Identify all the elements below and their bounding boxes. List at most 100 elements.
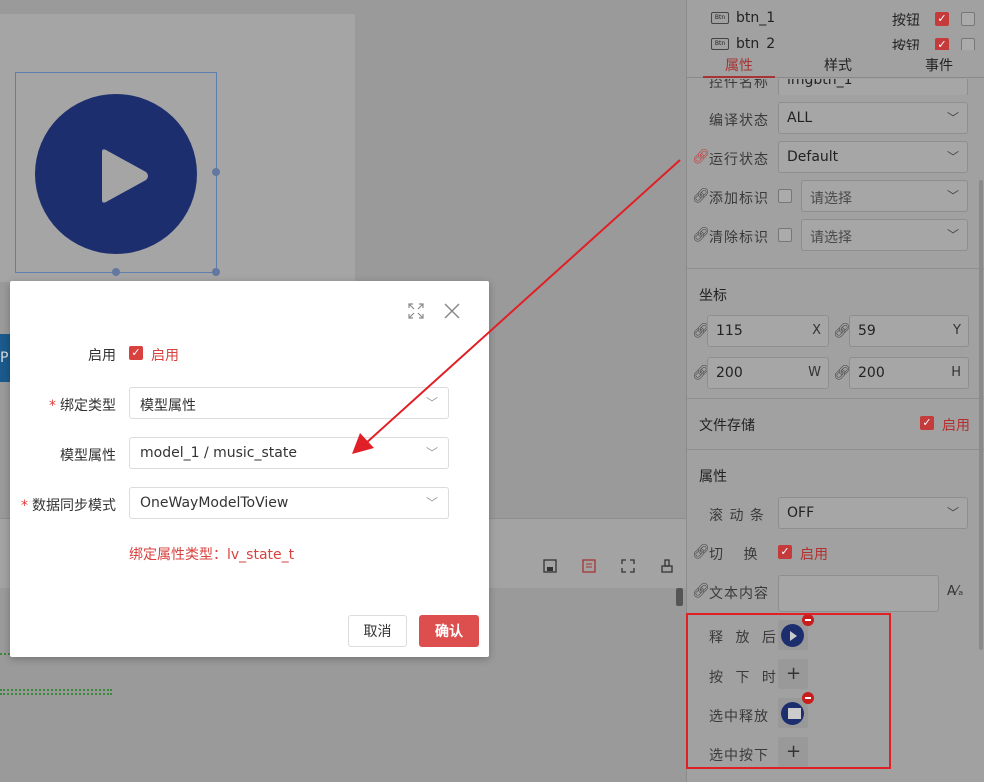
toggle-enable: 启用 <box>800 547 828 563</box>
bind-type-select[interactable]: 模型属性 ﹀ <box>129 387 449 419</box>
side-button-partial[interactable]: P <box>0 334 10 382</box>
add-flag-select[interactable]: 请选择 ﹀ <box>801 180 968 212</box>
run-state-value: Default <box>787 149 839 165</box>
annotation-highlight-box <box>686 613 891 769</box>
visible-checkbox[interactable]: ✓ <box>935 38 949 50</box>
h-suffix: H <box>951 365 961 380</box>
panel-tabs: 属性 样式 事件 <box>687 50 984 78</box>
confirm-button[interactable]: 确认 <box>419 615 479 647</box>
chevron-down-icon: ﹀ <box>946 150 959 164</box>
w-input[interactable]: 200 W <box>707 357 829 389</box>
tab-properties[interactable]: 属性 <box>725 55 753 75</box>
cancel-button[interactable]: 取消 <box>348 615 407 647</box>
model-prop-value: model_1 / music_state <box>140 445 297 461</box>
chevron-down-icon: ﹀ <box>946 111 959 125</box>
bind-type-label: * 绑定类型 <box>49 398 116 414</box>
clear-flag-placeholder: 请选择 <box>810 230 852 246</box>
link-icon[interactable]: 🔗︎ <box>692 149 710 165</box>
tab-indicator <box>703 76 775 78</box>
link-icon[interactable]: 🔗︎ <box>692 227 710 243</box>
translate-icon[interactable]: A⁄ₐ <box>947 584 963 599</box>
control-name-value: imgbtn_1 <box>787 79 853 88</box>
x-suffix: X <box>812 323 821 338</box>
side-button-label: P <box>0 350 9 366</box>
compile-state-label: 编译状态 <box>709 113 769 129</box>
sync-mode-select[interactable]: OneWayModelToView ﹀ <box>129 487 449 519</box>
close-icon[interactable] <box>444 303 460 323</box>
model-prop-select[interactable]: model_1 / music_state ﹀ <box>129 437 449 469</box>
guide-line <box>0 689 112 691</box>
tree-item-btn-2[interactable]: Btn btn_2 按钮 ✓ <box>687 32 984 50</box>
props-title: 属性 <box>699 469 727 485</box>
resize-handle-right[interactable] <box>212 168 220 176</box>
bind-type-hint: 绑定属性类型：lv_state_t <box>129 547 295 563</box>
divider <box>687 268 984 269</box>
button-type-icon: Btn <box>711 38 729 50</box>
clear-flag-checkbox[interactable] <box>778 228 792 242</box>
w-value: 200 <box>716 365 743 381</box>
bind-type-value: 模型属性 <box>140 398 196 414</box>
clear-flag-label: 清除标识 <box>709 230 769 246</box>
h-input[interactable]: 200 H <box>849 357 969 389</box>
control-name-label: 控件名称 <box>709 79 769 91</box>
control-name-row: 控件名称 imgbtn_1 <box>687 79 984 95</box>
sync-mode-label: * 数据同步模式 <box>21 498 116 514</box>
text-content-label: 文本内容 <box>709 586 769 602</box>
chevron-down-icon: ﹀ <box>425 396 438 410</box>
divider <box>687 398 984 399</box>
lock-checkbox[interactable] <box>961 38 975 50</box>
toggle-label: 切 换 <box>709 547 766 563</box>
tree-item-type: 按钮 <box>892 39 920 50</box>
y-input[interactable]: 59 Y <box>849 315 969 347</box>
y-value: 59 <box>858 323 876 339</box>
tab-style[interactable]: 样式 <box>824 55 852 75</box>
resize-handle-bottom[interactable] <box>112 268 120 276</box>
visible-checkbox[interactable]: ✓ <box>935 12 949 26</box>
x-input[interactable]: 115 X <box>707 315 829 347</box>
y-suffix: Y <box>953 323 961 338</box>
enable-checkbox-label[interactable]: 启用 <box>151 345 179 365</box>
fullscreen-icon[interactable] <box>620 559 636 575</box>
maximize-icon[interactable] <box>408 303 424 323</box>
binding-dialog: 启用 ✓ 启用 * 绑定类型 模型属性 ﹀ 模型属性 model_1 / musi… <box>10 281 489 657</box>
document-icon[interactable] <box>581 559 597 575</box>
sync-mode-value: OneWayModelToView <box>140 495 289 511</box>
add-flag-placeholder: 请选择 <box>810 191 852 207</box>
tab-events[interactable]: 事件 <box>925 55 953 75</box>
run-state-label: 运行状态 <box>709 152 769 168</box>
enable-checkbox[interactable]: ✓ <box>129 346 143 360</box>
scrollbar-select[interactable]: OFF ﹀ <box>778 497 968 529</box>
chevron-down-icon: ﹀ <box>946 189 959 203</box>
lock-checkbox[interactable] <box>961 12 975 26</box>
w-suffix: W <box>808 365 821 380</box>
add-flag-label: 添加标识 <box>709 191 769 207</box>
compile-state-value: ALL <box>787 110 813 126</box>
coords-title: 坐标 <box>699 288 727 304</box>
brush-icon[interactable] <box>659 559 675 575</box>
sync-mode-label-text: 数据同步模式 <box>32 498 116 514</box>
toggle-checkbox[interactable]: ✓ <box>778 545 792 559</box>
link-icon[interactable]: 🔗︎ <box>692 583 710 599</box>
compile-state-select[interactable]: ALL ﹀ <box>778 102 968 134</box>
file-storage-checkbox[interactable]: ✓ <box>920 416 934 430</box>
canvas-scrollbar[interactable] <box>676 588 683 606</box>
link-icon[interactable]: 🔗︎ <box>692 544 710 560</box>
tree-item-name: btn_2 <box>736 36 776 50</box>
panel-scrollbar[interactable] <box>979 180 983 650</box>
chevron-down-icon: ﹀ <box>425 446 438 460</box>
control-name-input[interactable]: imgbtn_1 <box>778 79 968 95</box>
run-state-select[interactable]: Default ﹀ <box>778 141 968 173</box>
play-icon <box>102 149 148 203</box>
x-value: 115 <box>716 323 743 339</box>
resize-handle-corner[interactable] <box>212 268 220 276</box>
model-prop-label: 模型属性 <box>60 448 116 464</box>
text-content-input[interactable] <box>778 575 939 612</box>
link-icon[interactable]: 🔗︎ <box>692 188 710 204</box>
enable-label: 启用 <box>88 348 116 364</box>
clear-flag-select[interactable]: 请选择 ﹀ <box>801 219 968 251</box>
chevron-down-icon: ﹀ <box>946 506 959 520</box>
save-icon[interactable] <box>542 559 558 575</box>
tree-item-btn-1[interactable]: Btn btn_1 按钮 ✓ <box>687 6 984 32</box>
divider <box>687 449 984 450</box>
add-flag-checkbox[interactable] <box>778 189 792 203</box>
